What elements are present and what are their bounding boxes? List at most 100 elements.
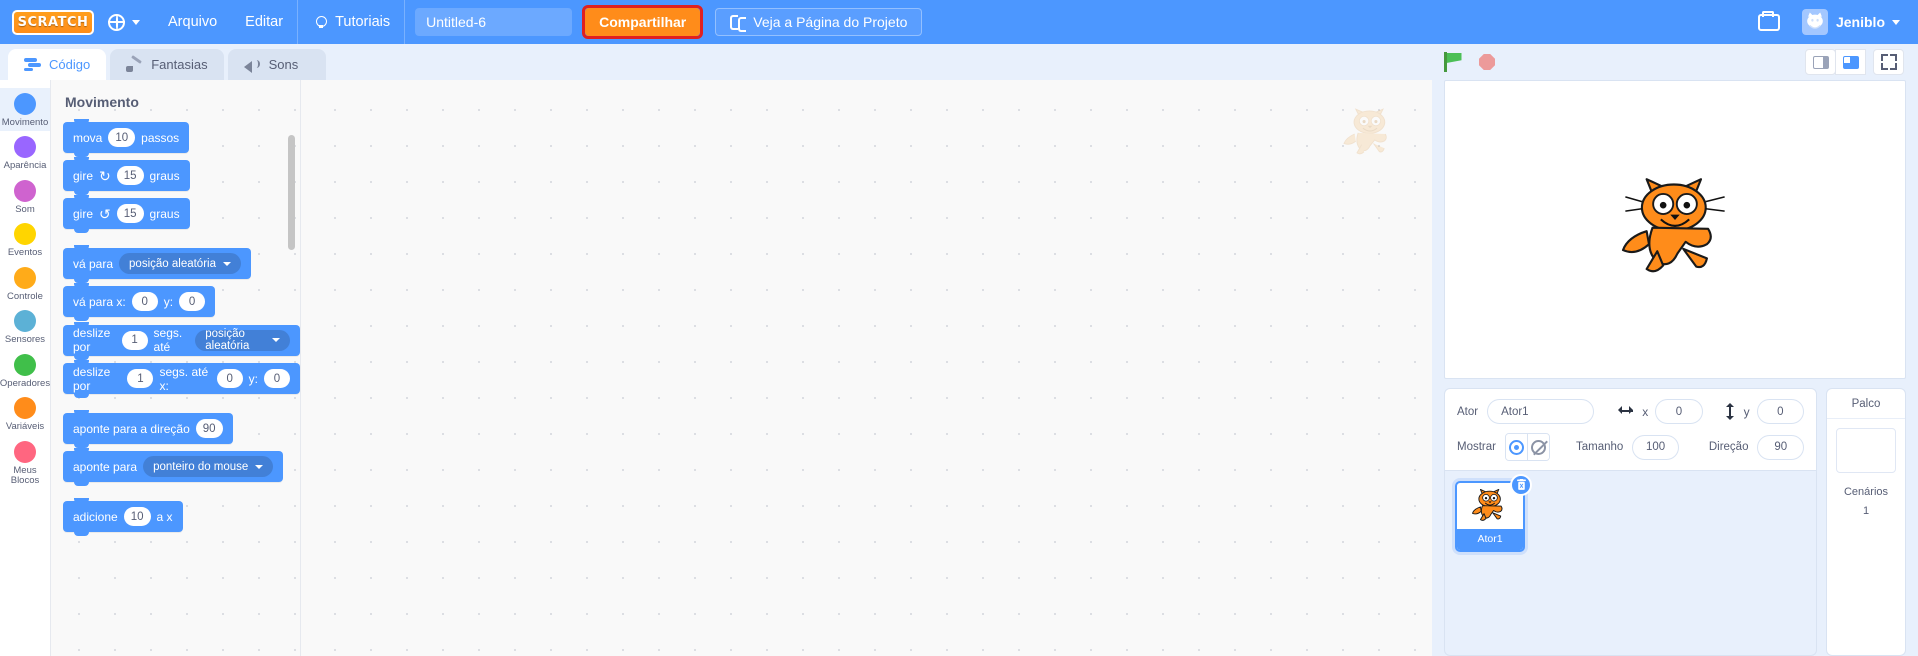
- block-text: graus: [149, 168, 180, 183]
- sprite-list[interactable]: Ator1: [1444, 471, 1817, 656]
- block-text: y:: [248, 371, 258, 386]
- palette-block-row: gire ↺ 15 graus: [63, 195, 300, 236]
- share-button[interactable]: Compartilhar: [585, 8, 701, 36]
- block-number-input[interactable]: 10: [123, 507, 151, 526]
- block-number-input[interactable]: 0: [264, 369, 290, 388]
- sprite-panel: Ator Ator1 x 0 y 0 Mostrar Tamanho 100 D…: [1432, 388, 1918, 656]
- block-4[interactable]: vá para posição aleatória: [63, 245, 251, 283]
- account-menu[interactable]: Jeniblo: [1836, 14, 1900, 30]
- code-canvas[interactable]: [301, 80, 1432, 656]
- fullscreen-icon[interactable]: [1873, 49, 1904, 75]
- block-number-input[interactable]: 1: [121, 330, 148, 350]
- palette-block-row: vá para posição aleatória: [63, 245, 300, 286]
- category-variveis[interactable]: Variáveis: [0, 392, 50, 435]
- account-name-label: Jeniblo: [1835, 14, 1885, 30]
- category-label: Movimento: [1, 117, 49, 128]
- block-number-input[interactable]: 10: [108, 128, 136, 147]
- canvas-grid: [301, 80, 1432, 656]
- direction-input[interactable]: 90: [1757, 434, 1804, 460]
- project-page-button[interactable]: Veja a Página do Projeto: [715, 8, 923, 36]
- brush-icon: [126, 58, 143, 72]
- block-dropdown[interactable]: posição aleatória: [119, 253, 241, 274]
- block-number-input[interactable]: 0: [216, 369, 243, 388]
- menu-tutoriais-label: Tutoriais: [335, 14, 391, 30]
- menu-tutoriais[interactable]: Tutoriais: [298, 0, 404, 44]
- large-stage-icon[interactable]: [1835, 49, 1866, 75]
- block-12[interactable]: adicione 10 a x: [63, 498, 183, 536]
- block-number-input[interactable]: 90: [195, 419, 223, 438]
- block-9[interactable]: aponte para a direção 90: [63, 410, 233, 448]
- block-dropdown[interactable]: ponteiro do mouse: [143, 456, 274, 477]
- tab-fantasias[interactable]: Fantasias: [110, 49, 224, 80]
- tab-codigo[interactable]: Código: [8, 49, 107, 80]
- folder-icon[interactable]: [1757, 10, 1780, 31]
- block-text: vá para x:: [73, 294, 126, 309]
- hide-sprite-button[interactable]: [1527, 434, 1550, 460]
- y-label: y: [1743, 404, 1750, 419]
- stage-selector[interactable]: Palco Cenários 1: [1826, 388, 1906, 656]
- scratch-logo[interactable]: SCRATCH: [12, 9, 94, 35]
- scratch-logo-text: SCRATCH: [17, 14, 89, 30]
- green-flag-icon[interactable]: [1444, 52, 1465, 72]
- category-meus-blocos[interactable]: Meus Blocos: [0, 436, 50, 490]
- block-text: graus: [149, 206, 180, 221]
- block-number-input[interactable]: 15: [116, 166, 144, 185]
- show-sprite-button[interactable]: [1505, 434, 1528, 460]
- tab-sons[interactable]: Sons: [227, 49, 326, 80]
- sprite-name-input[interactable]: Ator1: [1487, 399, 1594, 424]
- block-6[interactable]: deslize por 1 segs. até posição aleatória: [63, 321, 300, 360]
- block-palette[interactable]: Movimento mova 10 passos gire ↻ 15 graus gire ↺ 1…: [51, 80, 301, 656]
- category-controle[interactable]: Controle: [0, 262, 50, 305]
- block-7[interactable]: deslize por 1 segs. até x: 0 y: 0: [63, 360, 300, 398]
- block-2[interactable]: gire ↺ 15 graus: [63, 195, 190, 233]
- category-eventos[interactable]: Eventos: [0, 218, 50, 261]
- project-title-input[interactable]: Untitled-6: [415, 8, 573, 36]
- chevron-down-icon: [222, 261, 231, 266]
- category-som[interactable]: Som: [0, 175, 50, 218]
- globe-icon: [108, 13, 125, 31]
- block-number-input[interactable]: 15: [116, 204, 144, 223]
- menu-editar[interactable]: Editar: [231, 0, 297, 44]
- block-5[interactable]: vá para x: 0 y: 0: [63, 283, 216, 321]
- scratch-editor: SCRATCH Arquivo Editar Tutoriais Untitle…: [0, 0, 1918, 656]
- avatar[interactable]: [1801, 9, 1828, 35]
- block-text: segs. até x:: [159, 364, 209, 393]
- category-label: Variáveis: [5, 421, 45, 433]
- stage[interactable]: [1444, 80, 1906, 379]
- small-stage-icon[interactable]: [1805, 49, 1836, 75]
- delete-sprite-button[interactable]: [1510, 474, 1532, 496]
- sprite-card[interactable]: Ator1: [1455, 474, 1532, 552]
- category-label: Som: [15, 203, 35, 215]
- block-number-input[interactable]: 1: [127, 369, 154, 388]
- stop-icon[interactable]: [1479, 54, 1495, 70]
- palette-gap: [63, 489, 300, 501]
- menu-arquivo[interactable]: Arquivo: [154, 0, 231, 44]
- block-dropdown-label: posição aleatória: [129, 257, 216, 270]
- x-input[interactable]: 0: [1655, 399, 1703, 424]
- block-0[interactable]: mova 10 passos: [63, 119, 190, 157]
- tab-fantasias-label: Fantasias: [151, 57, 208, 72]
- palette-scrollbar[interactable]: [288, 135, 295, 250]
- palette-block-row: aponte para a direção 90: [63, 410, 300, 451]
- tab-bar: Código Fantasias Sons: [0, 44, 1432, 80]
- category-color-dot: [14, 310, 36, 333]
- block-number-input[interactable]: 0: [179, 292, 206, 311]
- block-1[interactable]: gire ↻ 15 graus: [63, 157, 190, 195]
- category-aparncia[interactable]: Aparência: [0, 131, 50, 174]
- category-color-dot: [14, 136, 36, 159]
- block-dropdown[interactable]: posição aleatória: [195, 328, 290, 352]
- block-number-input[interactable]: 0: [131, 292, 158, 311]
- category-movimento[interactable]: Movimento: [0, 88, 50, 132]
- stage-column: Ator Ator1 x 0 y 0 Mostrar Tamanho 100 D…: [1432, 44, 1918, 656]
- category-operadores[interactable]: Operadores: [0, 349, 50, 392]
- y-input[interactable]: 0: [1756, 399, 1804, 424]
- block-10[interactable]: aponte para ponteiro do mouse: [63, 448, 284, 486]
- menu-bar: SCRATCH Arquivo Editar Tutoriais Untitle…: [0, 0, 1918, 44]
- chevron-down-icon: [272, 338, 280, 342]
- category-sensores[interactable]: Sensores: [0, 305, 50, 348]
- stage-header: [1432, 44, 1918, 80]
- size-input[interactable]: 100: [1632, 434, 1679, 460]
- direction-label: Direção: [1708, 441, 1749, 453]
- sprite-info-row-2: Mostrar Tamanho 100 Direção 90: [1457, 433, 1804, 461]
- language-selector[interactable]: [94, 0, 154, 44]
